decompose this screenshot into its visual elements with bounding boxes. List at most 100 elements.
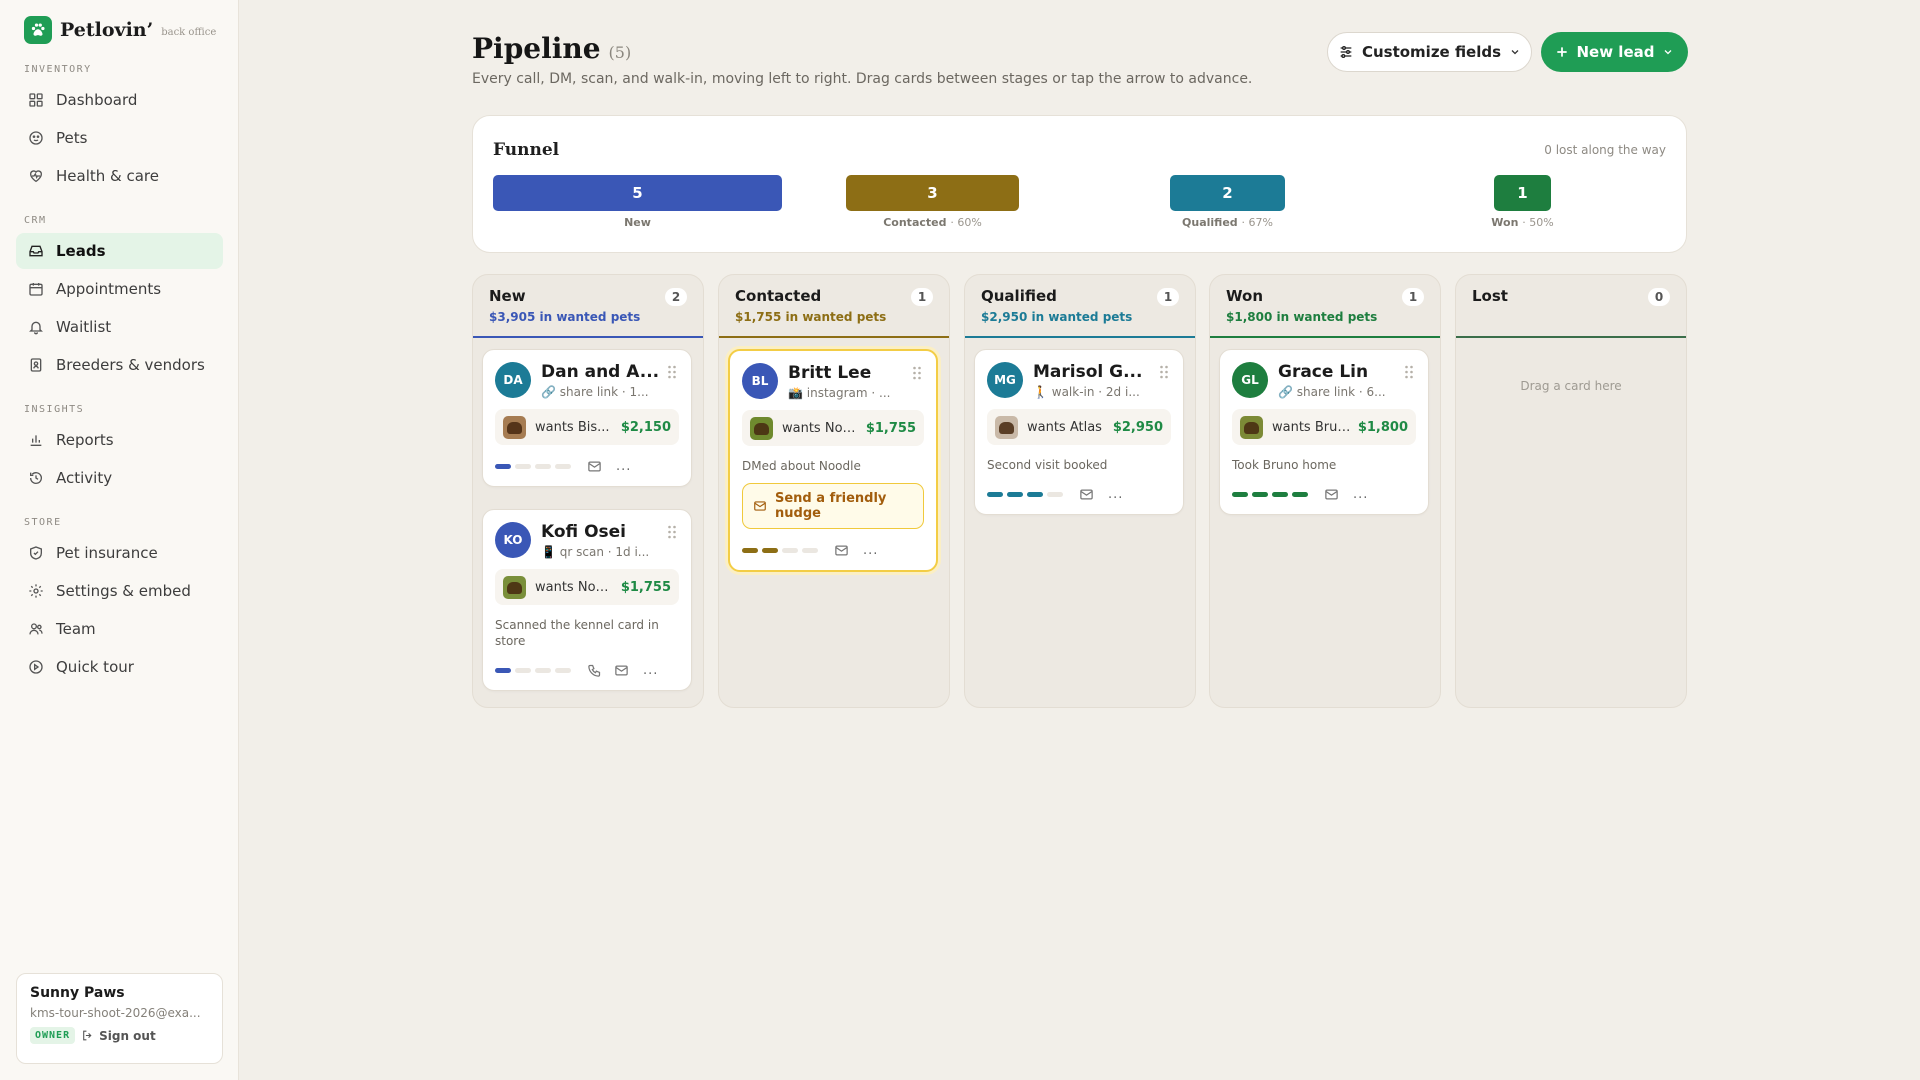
sidebar-item-leads[interactable]: Leads <box>16 233 223 269</box>
send-nudge-label: Send a friendly nudge <box>775 490 887 522</box>
funnel-lost-note: 0 lost along the way <box>1544 143 1666 157</box>
progress-segment <box>802 548 818 554</box>
lead-card[interactable]: MG Marisol G... 🚶 walk-in · 2d i... wants A… <box>974 349 1184 516</box>
column-count-badge: 2 <box>665 288 687 306</box>
send-nudge-button[interactable]: Send a friendly nudge <box>742 483 924 530</box>
funnel-bar-won[interactable]: 1 <box>1494 175 1551 211</box>
more-icon[interactable]: ... <box>863 543 878 558</box>
column-header: Qualified $2,950 in wanted pets 1 <box>965 275 1195 338</box>
sidebar-item-waitlist[interactable]: Waitlist <box>16 309 223 345</box>
funnel-panel: Funnel 0 lost along the way 5 New 3 Cont… <box>472 115 1687 253</box>
mail-icon <box>754 501 766 511</box>
stage-progress <box>987 492 1067 498</box>
lead-card[interactable]: BL Britt Lee 📸 instagram · ... wants Noo...… <box>728 349 938 573</box>
lead-name[interactable]: Kofi Osei <box>541 522 661 542</box>
paw-logo-icon <box>24 16 52 44</box>
wanted-pet-price: $1,800 <box>1357 419 1408 435</box>
sign-out-button[interactable]: Sign out <box>81 1029 156 1043</box>
column-lost[interactable]: Lost 0 Drag a card here <box>1455 274 1687 708</box>
funnel-bar-new[interactable]: 5 <box>493 175 782 211</box>
drag-handle-icon[interactable] <box>912 365 922 384</box>
lead-name[interactable]: Grace Lin <box>1278 362 1398 382</box>
progress-segment <box>515 668 531 674</box>
progress-segment <box>762 548 778 554</box>
sidebar-item-label: Reports <box>56 431 114 449</box>
page-title: Pipeline <box>472 32 601 65</box>
lead-card[interactable]: KO Kofi Osei 📱 qr scan · 1d i... wants Noo.… <box>482 509 692 692</box>
new-lead-button[interactable]: New lead <box>1541 32 1688 72</box>
customize-fields-button[interactable]: Customize fields <box>1327 32 1532 72</box>
column-title: Contacted <box>735 287 822 305</box>
wanted-pet-price: $2,950 <box>1112 419 1163 435</box>
wanted-pet-price: $1,755 <box>620 579 671 595</box>
sidebar-item-reports[interactable]: Reports <box>16 422 223 458</box>
lead-source-meta: 🔗 share link · 1... <box>541 385 649 399</box>
wanted-pet-chip[interactable]: wants Bruno $1,800 <box>1232 409 1416 445</box>
sidebar-item-health[interactable]: Health & care <box>16 158 223 194</box>
funnel-label-qualified: Qualified · 67% <box>1147 216 1308 229</box>
wanted-pet-chip[interactable]: wants Atlas $2,950 <box>987 409 1171 445</box>
sidebar-item-label: Quick tour <box>56 658 134 676</box>
pet-thumbnail <box>503 415 526 439</box>
mail-icon[interactable] <box>614 663 629 678</box>
drag-handle-icon[interactable] <box>667 524 677 543</box>
wanted-pet-chip[interactable]: wants Noo... $1,755 <box>495 569 679 605</box>
lead-source-meta: 🚶 walk-in · 2d i... <box>1033 385 1140 399</box>
lead-card[interactable]: DA Dan and A... 🔗 share link · 1... wants B… <box>482 349 692 487</box>
funnel-bar-qualified[interactable]: 2 <box>1170 175 1285 211</box>
sidebar-item-label: Health & care <box>56 167 159 185</box>
more-icon[interactable]: ... <box>643 663 658 678</box>
funnel-stage-name: Contacted <box>883 216 947 229</box>
column-header: Won $1,800 in wanted pets 1 <box>1210 275 1440 338</box>
funnel-bar-contacted[interactable]: 3 <box>846 175 1019 211</box>
mail-icon[interactable] <box>1324 487 1339 502</box>
sidebar-item-label: Pet insurance <box>56 544 158 562</box>
shield-icon <box>30 546 42 560</box>
more-icon[interactable]: ... <box>1353 487 1368 502</box>
phone-icon[interactable] <box>587 663 602 678</box>
sidebar-item-quick-tour[interactable]: Quick tour <box>16 649 223 685</box>
drag-handle-icon[interactable] <box>1404 364 1414 383</box>
lead-name[interactable]: Dan and A... <box>541 362 661 382</box>
progress-segment <box>1232 492 1248 498</box>
sidebar-item-settings[interactable]: Settings & embed <box>16 573 223 609</box>
lead-name[interactable]: Marisol G... <box>1033 362 1153 382</box>
bell-icon <box>29 321 43 335</box>
account-name: Sunny Paws <box>30 985 125 1001</box>
brand[interactable]: Petlovin’ back office <box>24 16 216 44</box>
more-icon[interactable]: ... <box>616 459 631 474</box>
sidebar-item-label: Waitlist <box>56 318 112 336</box>
lead-name[interactable]: Britt Lee <box>788 363 908 383</box>
sidebar-item-dashboard[interactable]: Dashboard <box>16 82 223 118</box>
funnel-stage-name: Qualified <box>1182 216 1238 229</box>
sidebar-item-pets[interactable]: Pets <box>16 120 223 156</box>
sidebar-item-pet-insurance[interactable]: Pet insurance <box>16 535 223 571</box>
funnel-stage-pct: · 60% <box>950 216 982 229</box>
lead-card[interactable]: GL Grace Lin 🔗 share link · 6... wants Brun… <box>1219 349 1429 516</box>
sidebar-item-activity[interactable]: Activity <box>16 460 223 496</box>
column-count-badge: 1 <box>1157 288 1179 306</box>
sliders-icon <box>1340 46 1352 58</box>
column-title: Won <box>1226 287 1263 305</box>
mail-icon[interactable] <box>587 459 602 474</box>
funnel-stage-pct: · 67% <box>1241 216 1273 229</box>
column-value: $1,800 in wanted pets <box>1226 310 1378 324</box>
wanted-pet-chip[interactable]: wants Noo... $1,755 <box>742 410 924 446</box>
mail-icon[interactable] <box>1079 487 1094 502</box>
sidebar-item-team[interactable]: Team <box>16 611 223 647</box>
account-card: Sunny Paws kms-tour-shoot-2026@exa... OW… <box>16 973 223 1064</box>
avatar: KO <box>495 522 531 558</box>
wanted-pet-chip[interactable]: wants Bis... $2,150 <box>495 409 679 445</box>
drag-handle-icon[interactable] <box>667 364 677 383</box>
contact-book-icon <box>30 358 42 372</box>
app-subtitle: back office <box>161 26 217 38</box>
more-icon[interactable]: ... <box>1108 487 1123 502</box>
sidebar-item-breeders[interactable]: Breeders & vendors <box>16 347 223 383</box>
sidebar-item-appointments[interactable]: Appointments <box>16 271 223 307</box>
paw-icon <box>29 131 43 145</box>
sidebar-item-label: Activity <box>56 469 113 487</box>
progress-segment <box>515 464 531 469</box>
avatar: GL <box>1232 362 1268 398</box>
drag-handle-icon[interactable] <box>1159 364 1169 383</box>
mail-icon[interactable] <box>834 543 849 558</box>
